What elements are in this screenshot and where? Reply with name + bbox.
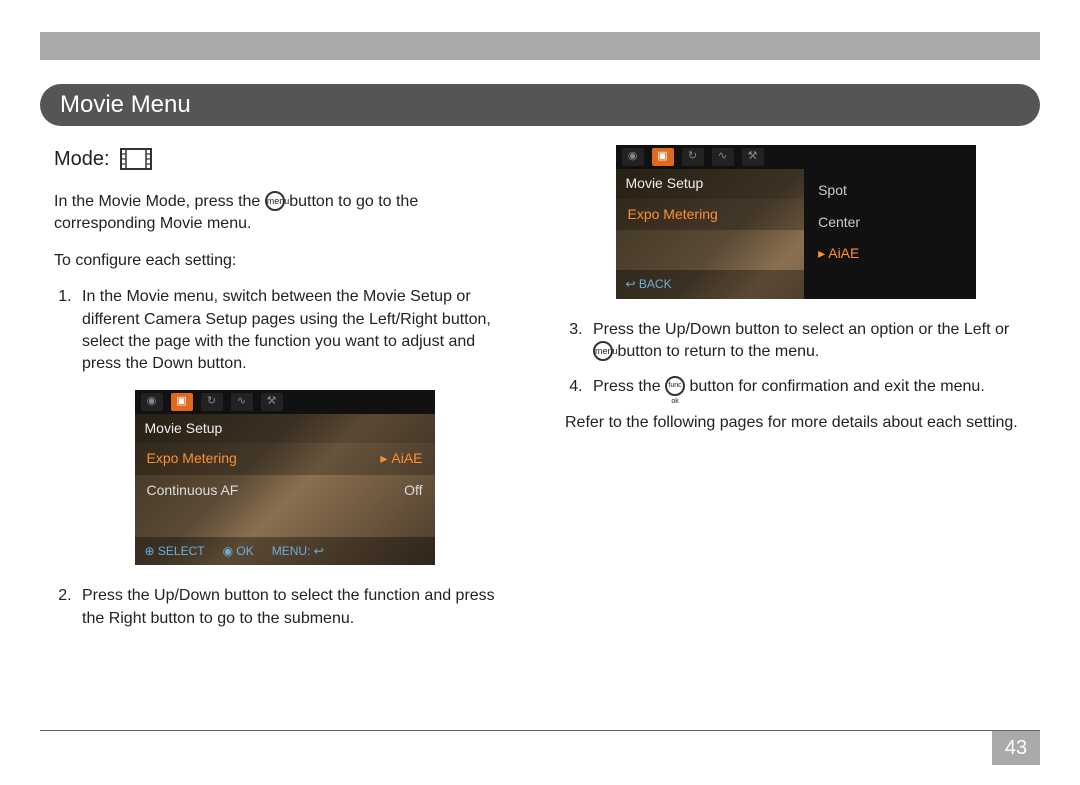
cam2-submenu: Spot Center AiAE — [804, 169, 975, 299]
left-column: Mode: In the Movie Mode, press the menu — [54, 145, 515, 725]
cam1-row2-value: Off — [404, 481, 422, 501]
cam2-back: ↩ BACK — [616, 270, 805, 299]
cam1-row-expo: Expo Metering ▸AiAE — [135, 443, 435, 475]
step-1: In the Movie menu, switch between the Mo… — [76, 286, 515, 376]
cam-tab-movie-icon: ▣ — [171, 393, 193, 411]
right-column: ◉ ▣ ↻ ∿ ⚒ Movie Setup Expo Metering ↩ BA… — [565, 145, 1026, 725]
intro-text-before: In the Movie Mode, press the — [54, 193, 265, 210]
cam2-opt-center: Center — [804, 207, 975, 239]
menu-button-icon: menu — [593, 341, 613, 361]
header-stripe — [40, 32, 1040, 60]
cam1-footer: ⊕ SELECT ◉ OK MENU: ↩ — [135, 537, 435, 566]
camera-screenshot-2: ◉ ▣ ↻ ∿ ⚒ Movie Setup Expo Metering ↩ BA… — [616, 145, 976, 299]
camera-screenshot-1: ◉ ▣ ↻ ∿ ⚒ Movie Setup Expo Metering ▸AiA… — [135, 390, 435, 566]
mode-label: Mode: — [54, 145, 110, 173]
cam1-title: Movie Setup — [135, 414, 435, 444]
mode-line: Mode: — [54, 145, 515, 173]
step4-after: button for confirmation and exit the men… — [689, 378, 984, 395]
cam-tab-movie-icon: ▣ — [652, 148, 674, 166]
footer-select: ⊕ SELECT — [145, 543, 205, 560]
cam1-tabs: ◉ ▣ ↻ ∿ ⚒ — [135, 390, 435, 414]
steps-list-left-2: Press the Up/Down button to select the f… — [54, 585, 515, 630]
cam-tab-photo-icon: ◉ — [141, 393, 163, 411]
func-ok-button-icon: func ok — [665, 376, 685, 396]
step4-before: Press the — [593, 378, 665, 395]
step-3: Press the Up/Down button to select an op… — [587, 319, 1026, 364]
cam-tab-setup3-icon: ⚒ — [261, 393, 283, 411]
configure-heading: To configure each setting: — [54, 250, 515, 272]
steps-list-right: Press the Up/Down button to select an op… — [565, 319, 1026, 398]
cam1-row2-label: Continuous AF — [147, 481, 239, 501]
menu-button-icon: menu — [265, 191, 285, 211]
step-2: Press the Up/Down button to select the f… — [76, 585, 515, 630]
closing-paragraph: Refer to the following pages for more de… — [565, 412, 1026, 434]
cam-tab-setup2-icon: ∿ — [712, 148, 734, 166]
intro-paragraph: In the Movie Mode, press the menu button… — [54, 191, 515, 236]
step3-before: Press the Up/Down button to select an op… — [593, 321, 1009, 338]
cam1-row1-value: ▸AiAE — [380, 449, 422, 469]
cam2-opt-spot: Spot — [804, 175, 975, 207]
cam2-left-label: Expo Metering — [616, 199, 805, 231]
cam-tab-setup1-icon: ↻ — [682, 148, 704, 166]
footer-ok: ◉ OK — [223, 543, 254, 560]
page-number: 43 — [992, 731, 1040, 765]
section-title: Movie Menu — [60, 91, 191, 119]
footer-rule — [40, 730, 1040, 731]
cam2-tabs: ◉ ▣ ↻ ∿ ⚒ — [616, 145, 976, 169]
cam-tab-photo-icon: ◉ — [622, 148, 644, 166]
cam2-title: Movie Setup — [616, 169, 805, 199]
step3-after: button to return to the menu. — [617, 343, 819, 360]
footer-menu: MENU: ↩ — [272, 543, 324, 560]
film-icon — [120, 148, 152, 170]
section-header: Movie Menu — [40, 84, 1040, 126]
cam1-row-af: Continuous AF Off — [135, 475, 435, 507]
arrow-right-icon: ▸ — [380, 450, 387, 466]
cam-tab-setup3-icon: ⚒ — [742, 148, 764, 166]
cam-tab-setup2-icon: ∿ — [231, 393, 253, 411]
cam2-opt-aiae: AiAE — [804, 238, 975, 270]
content-area: Mode: In the Movie Mode, press the menu — [54, 145, 1026, 725]
step-4: Press the func ok button for confirmatio… — [587, 376, 1026, 398]
cam-tab-setup1-icon: ↻ — [201, 393, 223, 411]
steps-list-left: In the Movie menu, switch between the Mo… — [54, 286, 515, 376]
cam1-row1-label: Expo Metering — [147, 449, 237, 469]
